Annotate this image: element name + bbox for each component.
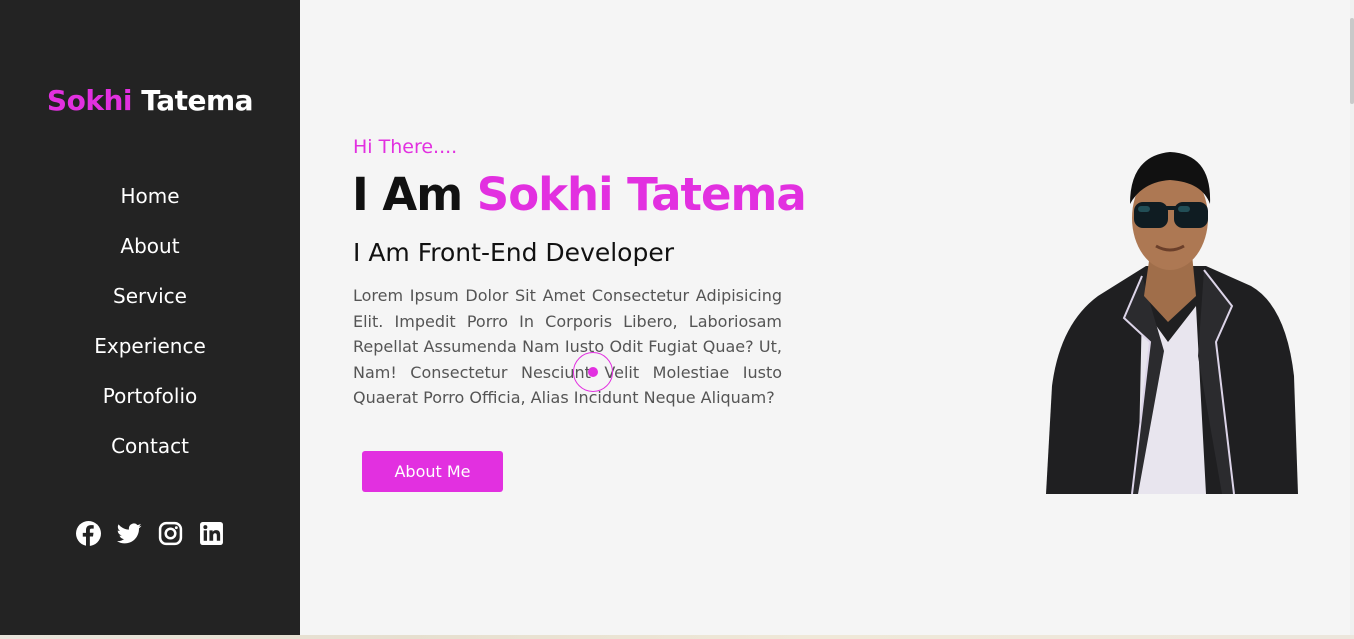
facebook-icon[interactable] (76, 521, 101, 546)
hero-section: Hi There.... I Am Sokhi Tatema I Am Fron… (300, 0, 1354, 635)
headline-name: Sokhi Tatema (476, 168, 807, 221)
hero-headline: I Am Sokhi Tatema (352, 168, 807, 221)
hero-role: I Am Front-End Developer (353, 238, 675, 267)
nav-link-home[interactable]: Home (120, 184, 179, 208)
sidebar: Sokhi Tatema Home About Service Experien… (0, 0, 300, 635)
profile-photo (1046, 152, 1298, 494)
twitter-icon[interactable] (117, 521, 142, 546)
nav-item-home: Home (0, 171, 300, 221)
nav-link-about[interactable]: About (120, 234, 179, 258)
scrollbar-thumb[interactable] (1350, 18, 1354, 104)
nav-link-service[interactable]: Service (113, 284, 187, 308)
nav-item-portofolio: Portofolio (0, 371, 300, 421)
cursor-dot (588, 367, 598, 377)
nav-item-experience: Experience (0, 321, 300, 371)
main-nav: Home About Service Experience Portofolio… (0, 171, 300, 471)
nav-link-experience[interactable]: Experience (94, 334, 206, 358)
social-links (0, 521, 300, 546)
hero-greeting: Hi There.... (353, 136, 458, 158)
hero-description: Lorem Ipsum Dolor Sit Amet Consectetur A… (353, 286, 782, 407)
headline-prefix: I Am (352, 168, 477, 221)
nav-item-about: About (0, 221, 300, 271)
bottom-strip (0, 635, 1354, 639)
logo-last-name: Tatema (141, 84, 254, 117)
instagram-icon[interactable] (158, 521, 183, 546)
nav-link-contact[interactable]: Contact (111, 434, 189, 458)
linkedin-icon[interactable] (199, 521, 224, 546)
nav-item-service: Service (0, 271, 300, 321)
nav-item-contact: Contact (0, 421, 300, 471)
about-me-button[interactable]: About Me (362, 451, 503, 492)
site-logo[interactable]: Sokhi Tatema (0, 84, 300, 117)
logo-first-name: Sokhi (46, 84, 133, 117)
nav-link-portofolio[interactable]: Portofolio (103, 384, 198, 408)
